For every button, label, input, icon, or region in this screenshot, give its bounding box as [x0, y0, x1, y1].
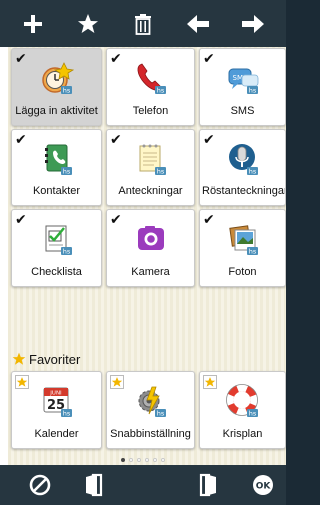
favorite-star-icon: [15, 375, 29, 389]
svg-text:hs: hs: [156, 410, 164, 418]
quick-settings-gear-icon: hs: [138, 386, 166, 418]
svg-text:hs: hs: [248, 410, 256, 418]
app-tile-lagga-in-aktivitet[interactable]: ✔ hs Lägga in aktivitet: [11, 48, 102, 126]
microphone-icon: hs: [228, 144, 258, 176]
top-toolbar: [0, 0, 286, 47]
bottom-toolbar: OK: [0, 465, 286, 505]
app-label: Snabbinställning: [110, 428, 191, 440]
svg-text:hs: hs: [156, 87, 164, 95]
add-button[interactable]: [16, 7, 50, 41]
arrow-right-icon: [241, 14, 264, 33]
previous-button[interactable]: [181, 7, 215, 41]
checkmark-icon: ✔: [203, 131, 215, 147]
checklist-icon: hs: [45, 225, 72, 256]
svg-text:hs: hs: [248, 168, 256, 176]
svg-text:hs: hs: [156, 168, 164, 176]
next-button[interactable]: [236, 7, 270, 41]
calendar-icon: JUNI 25 hs: [43, 387, 72, 418]
trash-icon: [134, 13, 151, 35]
svg-text:JUNI: JUNI: [49, 391, 62, 397]
app-label: Anteckningar: [118, 185, 183, 197]
checkmark-icon: ✔: [203, 211, 215, 227]
checkmark-icon: ✔: [15, 211, 27, 227]
app-label: Telefon: [132, 105, 169, 117]
page-dot[interactable]: [121, 458, 125, 462]
favorite-button[interactable]: [71, 7, 105, 41]
star-icon: [12, 352, 26, 365]
page-dot[interactable]: [129, 458, 133, 462]
app-tile-checklista[interactable]: ✔ hs Checklista: [11, 209, 102, 287]
svg-text:OK: OK: [256, 482, 272, 492]
app-tile-sms[interactable]: ✔ SMS hs SMS: [199, 48, 286, 126]
app-label: Krisplan: [222, 428, 263, 440]
svg-text:hs: hs: [248, 87, 256, 95]
checkmark-icon: ✔: [110, 131, 122, 147]
exit-left-button[interactable]: [82, 473, 106, 497]
exit-right-icon: [199, 473, 216, 497]
phone-icon: hs: [137, 63, 166, 95]
favorite-tile-krisplan[interactable]: hs Krisplan: [199, 371, 286, 449]
app-tile-foton[interactable]: ✔ hs Foton: [199, 209, 286, 287]
svg-text:hs: hs: [62, 248, 70, 256]
arrow-left-icon: [186, 14, 209, 33]
photos-icon: hs: [228, 225, 258, 256]
favorite-tile-kalender[interactable]: JUNI 25 hs Kalender: [11, 371, 102, 449]
app-label: Lägga in aktivitet: [15, 105, 98, 117]
app-tile-rostanteckningar[interactable]: ✔ hs Röstanteckningar: [199, 129, 286, 206]
exit-left-icon: [86, 473, 103, 497]
page-dot[interactable]: [145, 458, 149, 462]
app-label: SMS: [230, 105, 255, 117]
app-label: Kontakter: [32, 185, 81, 197]
star-icon: [78, 13, 99, 33]
svg-text:hs: hs: [248, 248, 256, 256]
app-label: Kamera: [131, 266, 170, 278]
favorite-star-icon: [203, 375, 217, 389]
page-dot[interactable]: [153, 458, 157, 462]
app-tile-anteckningar[interactable]: ✔ hs Anteckningar: [106, 129, 195, 206]
favorites-header: Favoriter: [12, 350, 80, 368]
app-label: Röstanteckningar: [202, 185, 286, 197]
favorite-tile-snabbinstallning[interactable]: hs Snabbinställning: [106, 371, 195, 449]
plus-icon: [24, 14, 43, 33]
checkmark-icon: ✔: [110, 50, 122, 66]
favorites-title: Favoriter: [29, 351, 81, 367]
contacts-book-icon: hs: [44, 144, 72, 176]
ok-icon: OK: [253, 475, 273, 495]
app-screen: ✔ hs Lägga in aktivitet ✔ hs Telefon ✔ S…: [0, 0, 286, 505]
app-label: Checklista: [31, 266, 82, 278]
cancel-icon: [29, 474, 51, 496]
svg-text:hs: hs: [62, 87, 70, 95]
checkmark-icon: ✔: [110, 211, 122, 227]
page-indicator: [0, 455, 286, 465]
sms-bubble-icon: SMS hs: [228, 68, 258, 95]
page-dot[interactable]: [161, 458, 165, 462]
favorite-star-icon: [110, 375, 124, 389]
app-tile-kamera[interactable]: ✔ Kamera: [106, 209, 195, 287]
lifebuoy-icon: hs: [225, 384, 258, 418]
delete-button[interactable]: [126, 7, 160, 41]
checkmark-icon: ✔: [15, 131, 27, 147]
camera-icon: [137, 226, 164, 250]
activity-clock-icon: hs: [41, 62, 74, 95]
exit-right-button[interactable]: [196, 473, 220, 497]
app-tile-telefon[interactable]: ✔ hs Telefon: [106, 48, 195, 126]
cancel-button[interactable]: [28, 473, 52, 497]
ok-button[interactable]: OK: [251, 473, 275, 497]
checkmark-icon: ✔: [203, 50, 215, 66]
app-label: Kalender: [34, 428, 79, 440]
app-label: Foton: [228, 266, 257, 278]
svg-text:hs: hs: [62, 168, 70, 176]
svg-text:hs: hs: [62, 410, 70, 418]
app-tile-kontakter[interactable]: ✔ hs Kontakter: [11, 129, 102, 206]
notepad-icon: hs: [139, 144, 166, 176]
checkmark-icon: ✔: [15, 50, 27, 66]
page-dot[interactable]: [137, 458, 141, 462]
